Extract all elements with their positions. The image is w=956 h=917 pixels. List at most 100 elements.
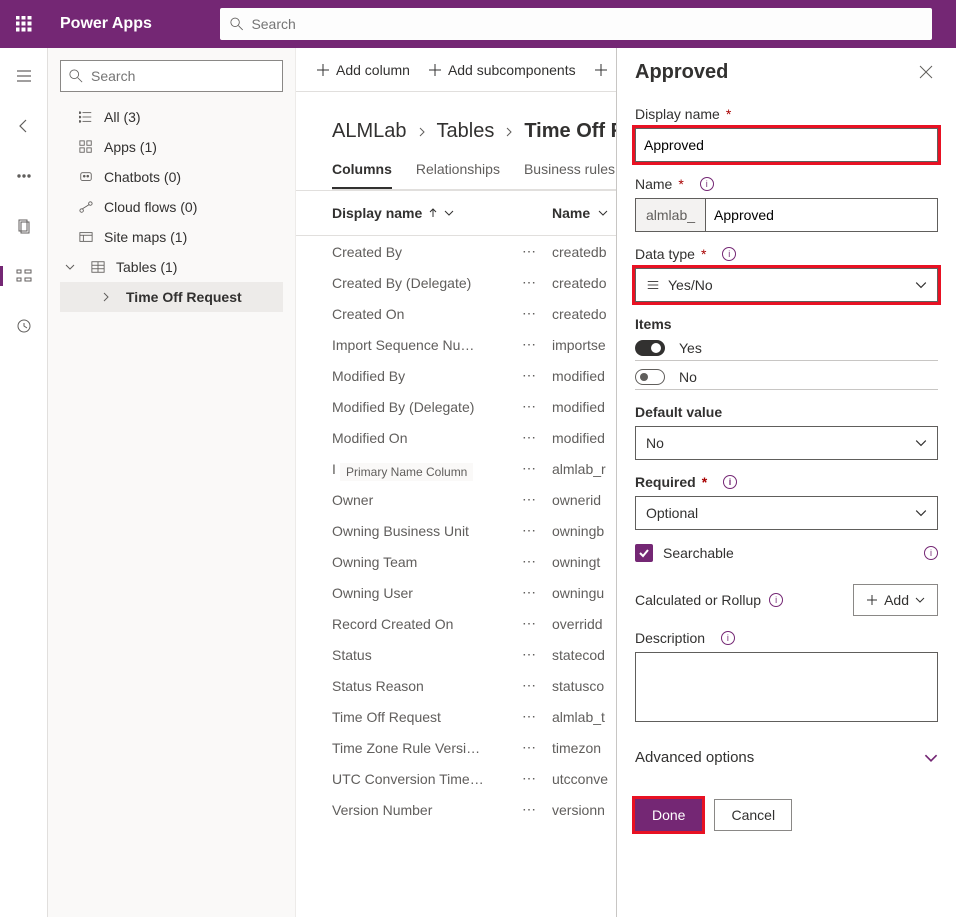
row-display-name: Status [332,647,372,663]
rail-hamburger[interactable] [8,60,40,92]
done-button[interactable]: Done [635,799,702,831]
data-type-value: Yes/No [668,277,713,293]
search-icon [69,69,83,83]
nav-label: Cloud flows (0) [104,199,197,215]
toggle-off-icon[interactable] [635,369,665,385]
calc-add-button[interactable]: Add [853,584,938,616]
info-icon[interactable]: i [924,546,938,560]
row-more-button[interactable]: ⋯ [522,646,552,663]
tree-icon [16,268,32,284]
nav-item-flows[interactable]: Cloud flows (0) [60,192,283,222]
nav-item-apps[interactable]: Apps (1) [60,132,283,162]
row-display-name: Time Off Request [332,709,441,725]
row-more-button[interactable]: ⋯ [522,522,552,539]
row-more-button[interactable]: ⋯ [522,739,552,756]
add-column-button[interactable]: Add column [316,62,410,78]
rail-back[interactable] [8,110,40,142]
row-more-button[interactable]: ⋯ [522,429,552,446]
display-name-input[interactable] [635,128,938,162]
cancel-button[interactable]: Cancel [714,799,792,831]
required-select[interactable]: Optional [635,496,938,530]
chevron-down-icon [915,595,925,605]
chatbot-icon [78,170,94,184]
nav-item-tables[interactable]: Tables (1) [60,252,283,282]
rail-tree[interactable] [8,260,40,292]
row-more-button[interactable]: ⋯ [522,615,552,632]
table-icon [90,260,106,274]
row-more-button[interactable]: ⋯ [522,677,552,694]
breadcrumb-root[interactable]: ALMLab [332,120,407,143]
items-label: Items [635,316,672,332]
searchable-checkbox[interactable] [635,544,653,562]
tab-business-rules[interactable]: Business rules [524,161,615,189]
breadcrumb-tables[interactable]: Tables [437,120,495,143]
row-more-button[interactable]: ⋯ [522,553,552,570]
searchable-row[interactable]: Searchable i [635,544,938,562]
waffle-icon [16,16,32,32]
nav-item-time-off-request[interactable]: Time Off Request [60,282,283,312]
panel-close-button[interactable] [914,60,938,84]
row-more-button[interactable]: ⋯ [522,584,552,601]
item-yes-row[interactable]: Yes [635,340,938,361]
row-more-button[interactable]: ⋯ [522,708,552,725]
row-more-button[interactable]: ⋯ [522,336,552,353]
chevron-right-icon [417,127,427,137]
done-label: Done [652,807,685,823]
row-more-button[interactable]: ⋯ [522,491,552,508]
info-icon[interactable]: i [723,475,737,489]
global-search[interactable] [220,8,932,40]
tab-relationships[interactable]: Relationships [416,161,500,189]
row-display-name: Status Reason [332,678,424,694]
info-icon[interactable]: i [721,631,735,645]
default-value: No [646,435,664,451]
row-display-name: Modified By (Delegate) [332,399,474,415]
nav-item-chatbots[interactable]: Chatbots (0) [60,162,283,192]
global-search-input[interactable] [251,16,922,32]
column-properties-panel: Approved Display name * Name * i almlab_… [616,48,956,917]
nav-item-all[interactable]: All (3) [60,102,283,132]
description-input[interactable] [635,652,938,722]
chevron-right-icon [100,292,112,302]
item-no-row[interactable]: No [635,369,938,390]
chevron-down-icon [64,262,76,272]
data-type-select[interactable]: Yes/No [635,268,938,302]
chevron-down-icon[interactable] [444,208,454,218]
row-more-button[interactable]: ⋯ [522,460,552,477]
row-more-button[interactable]: ⋯ [522,801,552,818]
row-more-button[interactable]: ⋯ [522,367,552,384]
app-launcher-button[interactable] [0,0,48,48]
app-title: Power Apps [48,15,164,33]
chevron-down-icon [915,279,927,291]
row-display-name: Owning User [332,585,413,601]
advanced-options-toggle[interactable]: Advanced options [635,749,938,783]
rail-more[interactable] [8,160,40,192]
nav-label: Tables (1) [116,259,177,275]
col-display-name[interactable]: Display name [332,205,422,221]
default-value-select[interactable]: No [635,426,938,460]
col-name[interactable]: Name [552,205,590,221]
row-more-button[interactable]: ⋯ [522,398,552,415]
toggle-on-icon[interactable] [635,340,665,356]
row-display-name: Record Created On [332,616,453,632]
name-input[interactable] [705,198,938,232]
row-more-button[interactable]: ⋯ [522,243,552,260]
row-more-button[interactable]: ⋯ [522,770,552,787]
rail-pages[interactable] [8,210,40,242]
info-icon[interactable]: i [722,247,736,261]
advanced-label: Advanced options [635,749,754,766]
tab-columns[interactable]: Columns [332,161,392,189]
info-icon[interactable]: i [700,177,714,191]
row-more-button[interactable]: ⋯ [522,305,552,322]
rail-history[interactable] [8,310,40,342]
toolbar-more[interactable] [594,63,608,77]
yesno-icon [646,278,660,292]
chevron-right-icon [504,127,514,137]
nav-search[interactable] [60,60,283,92]
nav-item-sitemaps[interactable]: Site maps (1) [60,222,283,252]
chevron-down-icon[interactable] [598,208,608,218]
nav-search-input[interactable] [91,68,274,84]
chevron-down-icon [915,507,927,519]
row-more-button[interactable]: ⋯ [522,274,552,291]
add-subcomponents-button[interactable]: Add subcomponents [428,62,576,78]
info-icon[interactable]: i [769,593,783,607]
